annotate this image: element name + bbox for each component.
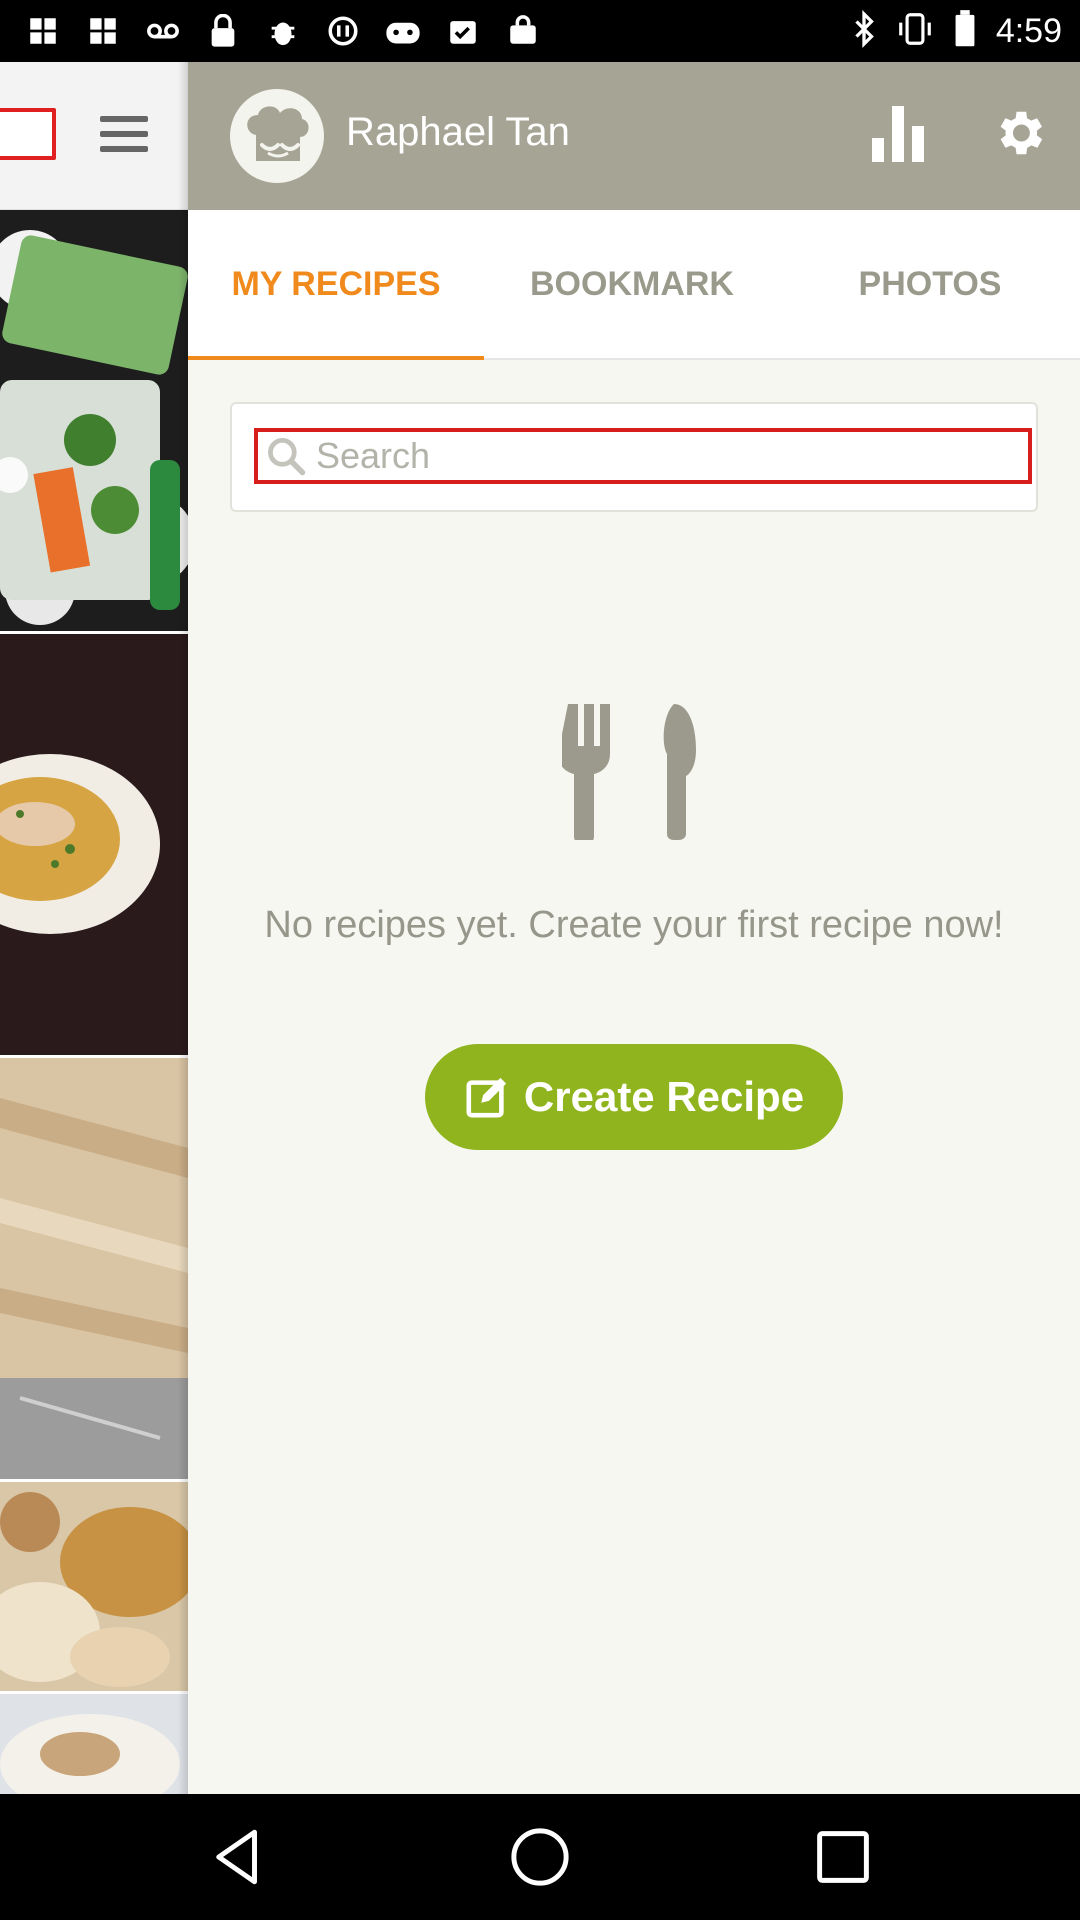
search-input[interactable]: Search	[254, 428, 1032, 484]
tab-label: BOOKMARK	[530, 264, 734, 303]
profile-tabs: MY RECIPES BOOKMARK PHOTOS	[188, 210, 1080, 360]
back-icon[interactable]	[205, 1824, 271, 1890]
recipe-photo[interactable]	[0, 1482, 188, 1694]
tab-bookmark[interactable]: BOOKMARK	[484, 210, 780, 358]
edit-icon	[464, 1074, 510, 1120]
status-time: 4:59	[995, 12, 1062, 50]
create-recipe-button[interactable]: Create Recipe	[425, 1044, 843, 1150]
recipe-photo[interactable]	[0, 1694, 188, 1794]
recents-icon[interactable]	[810, 1824, 876, 1890]
chef-hat-icon[interactable]	[230, 89, 324, 183]
recipe-photo[interactable]	[0, 210, 188, 634]
home-icon[interactable]	[507, 1824, 573, 1890]
search-placeholder: Search	[316, 435, 431, 476]
recipe-photo[interactable]	[0, 1058, 188, 1482]
underlying-screen[interactable]	[0, 62, 188, 1794]
bluetooth-icon	[852, 10, 876, 53]
tab-label: MY RECIPES	[231, 264, 441, 303]
create-recipe-label: Create Recipe	[523, 1073, 805, 1120]
tab-photos[interactable]: PHOTOS	[780, 210, 1080, 358]
notification-icon	[84, 12, 122, 50]
vibrate-icon	[896, 10, 934, 53]
battery-icon	[954, 10, 976, 53]
navigation-bar	[0, 1794, 1080, 1920]
notification-icon	[24, 12, 62, 50]
recipe-photo[interactable]	[0, 634, 188, 1058]
bar-chart-icon[interactable]	[868, 106, 928, 162]
gear-icon[interactable]	[990, 104, 1048, 162]
tab-label: PHOTOS	[858, 264, 1002, 303]
profile-header: Raphael Tan	[188, 62, 1080, 210]
menu-icon[interactable]	[100, 116, 148, 156]
fork-knife-icon	[558, 700, 702, 844]
underlying-selection-box[interactable]	[0, 108, 56, 160]
status-bar-system: 4:59	[852, 10, 1062, 53]
search-container: Search	[230, 402, 1038, 512]
status-bar: 4:59	[0, 0, 1080, 62]
shopping-bag-icon	[504, 12, 542, 50]
active-tab-indicator	[188, 356, 484, 360]
search-icon	[264, 434, 308, 478]
status-bar-notifications	[24, 12, 542, 50]
bot-icon	[384, 12, 422, 50]
underlying-toolbar	[0, 62, 188, 210]
calendar-check-icon	[444, 12, 482, 50]
empty-state-message: No recipes yet. Create your first recipe…	[264, 904, 1004, 946]
lock-icon	[204, 12, 242, 50]
profile-panel: Raphael Tan MY RECIPES BOOKMARK PHOTOS S…	[188, 62, 1080, 1794]
voicemail-icon	[144, 12, 182, 50]
block-icon	[324, 12, 362, 50]
bug-icon	[264, 12, 302, 50]
tab-my-recipes[interactable]: MY RECIPES	[188, 210, 484, 360]
profile-username[interactable]: Raphael Tan	[346, 110, 570, 155]
